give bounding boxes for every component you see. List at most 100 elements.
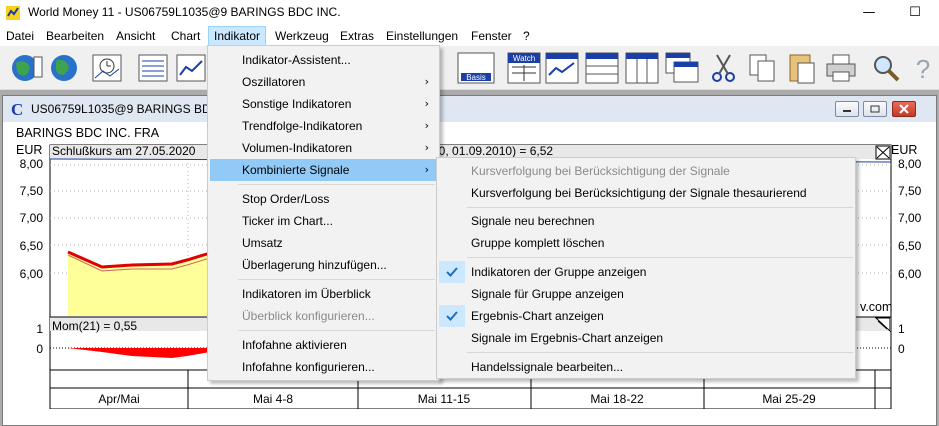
menu-item-ticker-im-chart[interactable]: Ticker im Chart... [210, 210, 437, 232]
menu-item-label: Sonstige Indikatoren [242, 97, 352, 111]
submenu-arrow-icon: › [424, 75, 429, 88]
menu-item-infofahne-aktivieren[interactable]: Infofahne aktivieren [210, 334, 437, 356]
table-chart-icon[interactable] [136, 51, 172, 85]
minimize-button[interactable]: — [846, 0, 892, 26]
menu-einstellungen[interactable]: Einstellungen [380, 26, 464, 46]
layout-columns-icon[interactable] [624, 51, 660, 85]
line-chart-icon[interactable] [174, 51, 210, 85]
menu-item-sonstige-indikatoren[interactable]: Sonstige Indikatoren › [210, 93, 437, 115]
y-tick-left-3: 6,50 [20, 239, 44, 253]
globe-list-icon[interactable] [8, 51, 44, 85]
menu-item-label: Überlagerung hinzufügen... [242, 258, 387, 272]
y-tick-right-1: 7,50 [898, 184, 922, 198]
scissors-icon[interactable] [708, 51, 740, 85]
menu-indikator[interactable]: Indikator [208, 26, 267, 46]
menu-werkzeug[interactable]: Werkzeug [269, 26, 335, 46]
menu-bearbeiten[interactable]: Bearbeiten [40, 26, 110, 46]
print-icon[interactable] [824, 51, 858, 85]
submenu-item-signale-im-ergebnis-chart[interactable]: Signale im Ergebnis-Chart anzeigen [439, 327, 853, 349]
maximize-button[interactable]: ☐ [892, 0, 938, 26]
menu-item-label: Infofahne aktivieren [242, 338, 347, 352]
submenu-arrow-icon: › [424, 141, 429, 154]
menu-extras[interactable]: Extras [334, 26, 380, 46]
title-bar: World Money 11 - US06759L1035@9 BARINGS … [0, 0, 939, 26]
y-tick-right-0: 8,00 [898, 157, 922, 171]
search-icon[interactable] [870, 51, 902, 85]
momentum-legend: Mom(21) = 0,55 [52, 319, 138, 333]
menu-datei[interactable]: Datei [0, 26, 40, 46]
price-panel-close-icon[interactable] [875, 145, 891, 160]
menu-item-label: Ticker im Chart... [242, 214, 333, 228]
basis-label: Basis [466, 73, 486, 82]
x-label-3: Mai 18-22 [590, 392, 644, 406]
layout-rows-icon[interactable] [584, 51, 620, 85]
mom-tick-right-1: 0 [898, 342, 905, 356]
watch-icon[interactable]: Watch [506, 51, 542, 85]
submenu-item-handelssignale-bearbeiten[interactable]: Handelssignale bearbeiten... [439, 356, 853, 378]
chart-company-name: BARINGS BDC INC. FRA [16, 126, 160, 140]
menu-item-indikator-assistent[interactable]: Indikator-Assistent... [210, 49, 437, 71]
menu-fenster[interactable]: Fenster [465, 26, 518, 46]
menu-item-ueberlagerung-hinzufuegen[interactable]: Überlagerung hinzufügen... [210, 254, 437, 276]
menu-separator [238, 184, 435, 185]
submenu-arrow-icon: › [424, 97, 429, 110]
menu-item-umsatz[interactable]: Umsatz [210, 232, 437, 254]
submenu-arrow-icon: › [424, 163, 429, 176]
menu-item-label: Überblick konfigurieren... [242, 309, 375, 323]
mom-tick-left-0: 1 [36, 322, 43, 336]
paste-icon[interactable] [786, 51, 818, 85]
layout-cascade-icon[interactable] [664, 51, 700, 85]
app-logo-icon [6, 6, 20, 20]
chart-layout-icon[interactable] [544, 51, 580, 85]
toolbar: Basis Watch ? [0, 46, 939, 90]
y-tick-right-2: 7,00 [898, 211, 922, 225]
menu-item-label: Indikatoren der Gruppe anzeigen [471, 265, 647, 279]
help-icon[interactable]: ? [910, 51, 936, 85]
submenu-item-ergebnis-chart[interactable]: Ergebnis-Chart anzeigen [439, 305, 853, 327]
basis-icon[interactable]: Basis [456, 51, 496, 85]
x-label-1: Mai 4-8 [253, 392, 293, 406]
menu-separator [238, 330, 435, 331]
menu-item-label: Signale im Ergebnis-Chart anzeigen [471, 331, 664, 345]
y-tick-left-1: 7,50 [20, 184, 44, 198]
y-tick-left-4: 6,00 [20, 267, 44, 281]
menu-item-oszillatoren[interactable]: Oszillatoren › [210, 71, 437, 93]
menu-item-label: Signale neu berechnen [471, 214, 595, 228]
menu-item-label: Kursverfolgung bei Berücksichtigung der … [471, 186, 807, 200]
submenu-item-gruppe-loeschen[interactable]: Gruppe komplett löschen [439, 232, 853, 254]
menu-item-label: Umsatz [242, 236, 283, 250]
globe-icon[interactable] [46, 51, 82, 85]
submenu-item-signale-fuer-gruppe[interactable]: Signale für Gruppe anzeigen [439, 283, 853, 305]
copy-icon[interactable] [746, 51, 778, 85]
clock-chart-icon[interactable] [90, 51, 126, 85]
chart-window-icon: C [11, 100, 24, 119]
submenu-item-signale-neu-berechnen[interactable]: Signale neu berechnen [439, 210, 853, 232]
menu-item-indikatoren-im-ueberblick[interactable]: Indikatoren im Überblick [210, 283, 437, 305]
menu-item-infofahne-konfigurieren[interactable]: Infofahne konfigurieren... [210, 356, 437, 378]
kombinierte-signale-submenu: Kursverfolgung bei Berücksichtigung der … [436, 157, 856, 379]
submenu-item-kursverfolgung: Kursverfolgung bei Berücksichtigung der … [439, 160, 853, 182]
menu-chart[interactable]: Chart [165, 26, 206, 46]
chart-window-titlebar[interactable]: C US06759L1035@9 BARINGS BDC IN [3, 96, 936, 122]
chart-close-button[interactable] [892, 101, 916, 117]
menu-ansicht[interactable]: Ansicht [110, 26, 161, 46]
chart-minimize-button[interactable] [835, 101, 859, 117]
menu-bar: Datei Bearbeiten Ansicht Chart Indikator… [0, 26, 939, 46]
menu-item-ueberblick-konfigurieren: Überblick konfigurieren... [210, 305, 437, 327]
menu-item-stop-order-loss[interactable]: Stop Order/Loss [210, 188, 437, 210]
menu-item-kombinierte-signale[interactable]: Kombinierte Signale › [210, 159, 437, 181]
menu-item-label: Oszillatoren [242, 75, 306, 89]
menu-item-trendfolge-indikatoren[interactable]: Trendfolge-Indikatoren › [210, 115, 437, 137]
price-legend-value: 00, 01.09.2010) = 6,52 [432, 144, 554, 158]
currency-left: EUR [16, 143, 43, 157]
chart-restore-button[interactable] [863, 101, 887, 117]
submenu-item-kursverfolgung-thesaurierend[interactable]: Kursverfolgung bei Berücksichtigung der … [439, 182, 853, 204]
menu-separator [467, 352, 853, 353]
menu-item-label: Indikatoren im Überblick [242, 287, 371, 301]
submenu-item-indikatoren-anzeigen[interactable]: Indikatoren der Gruppe anzeigen [439, 261, 853, 283]
menu-help[interactable]: ? [517, 26, 536, 46]
menu-item-volumen-indikatoren[interactable]: Volumen-Indikatoren › [210, 137, 437, 159]
window-title: World Money 11 - US06759L1035@9 BARINGS … [28, 5, 341, 19]
submenu-arrow-icon: › [424, 119, 429, 132]
price-legend: Schlußkurs am 27.05.2020 [52, 144, 196, 158]
